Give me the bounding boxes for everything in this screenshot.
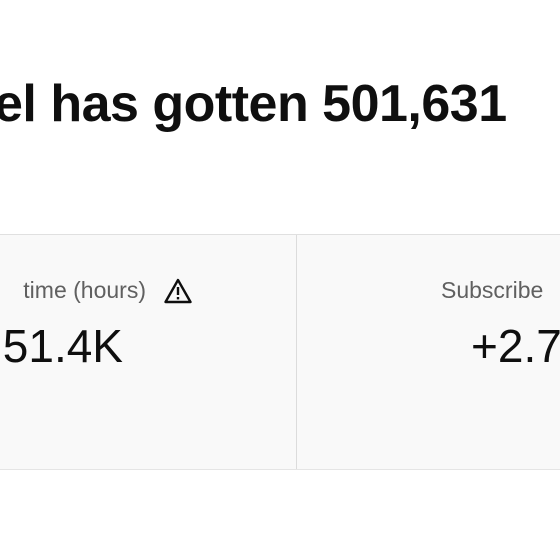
views-headline: el has gotten 501,631 [0, 75, 507, 133]
subscribers-label: Subscribe [441, 277, 544, 303]
subscribers-value: +2.7 [471, 320, 560, 372]
watch-time-label-row: time (hours) [23, 277, 192, 304]
analytics-page: el has gotten 501,631 time (hours) 51.4K… [0, 0, 560, 560]
watch-time-label: time (hours) [23, 277, 146, 303]
watch-time-value: 51.4K [2, 320, 123, 372]
metrics-card: time (hours) 51.4K Subscribe +2.7 [0, 234, 560, 470]
watch-time-metric-tab[interactable]: time (hours) 51.4K [0, 235, 297, 469]
subscribers-metric-tab[interactable]: Subscribe +2.7 [297, 235, 560, 469]
warning-icon[interactable] [164, 278, 192, 304]
